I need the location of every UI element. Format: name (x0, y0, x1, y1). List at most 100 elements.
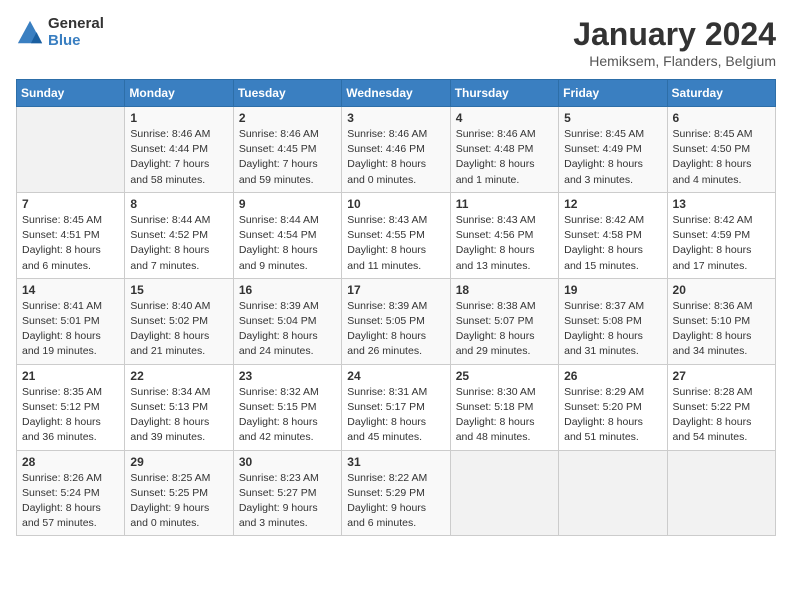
cell-line: Sunset: 5:20 PM (564, 400, 661, 415)
calendar-cell: 13Sunrise: 8:42 AMSunset: 4:59 PMDayligh… (667, 192, 775, 278)
logo-icon (16, 19, 44, 47)
day-number: 20 (673, 283, 770, 297)
day-number: 9 (239, 197, 336, 211)
cell-line: Daylight: 8 hours (130, 243, 227, 258)
week-row-1: 1Sunrise: 8:46 AMSunset: 4:44 PMDaylight… (17, 107, 776, 193)
cell-line: Sunset: 5:18 PM (456, 400, 553, 415)
cell-line: Sunrise: 8:46 AM (456, 127, 553, 142)
calendar-table: SundayMondayTuesdayWednesdayThursdayFrid… (16, 79, 776, 536)
cell-line: and 58 minutes. (130, 173, 227, 188)
day-number: 12 (564, 197, 661, 211)
calendar-cell: 8Sunrise: 8:44 AMSunset: 4:52 PMDaylight… (125, 192, 233, 278)
cell-line: Sunset: 4:50 PM (673, 142, 770, 157)
calendar-cell: 28Sunrise: 8:26 AMSunset: 5:24 PMDayligh… (17, 450, 125, 536)
cell-line: Daylight: 8 hours (673, 157, 770, 172)
cell-line: and 45 minutes. (347, 430, 444, 445)
calendar-cell: 10Sunrise: 8:43 AMSunset: 4:55 PMDayligh… (342, 192, 450, 278)
calendar-cell: 16Sunrise: 8:39 AMSunset: 5:04 PMDayligh… (233, 278, 341, 364)
day-number: 16 (239, 283, 336, 297)
calendar-cell (667, 450, 775, 536)
cell-line: Sunrise: 8:31 AM (347, 385, 444, 400)
cell-line: and 6 minutes. (347, 516, 444, 531)
cell-line: Sunrise: 8:46 AM (130, 127, 227, 142)
header-friday: Friday (559, 80, 667, 107)
cell-line: Daylight: 9 hours (130, 501, 227, 516)
cell-line: and 9 minutes. (239, 259, 336, 274)
cell-line: and 34 minutes. (673, 344, 770, 359)
day-number: 6 (673, 111, 770, 125)
cell-line: Daylight: 8 hours (239, 415, 336, 430)
calendar-cell: 18Sunrise: 8:38 AMSunset: 5:07 PMDayligh… (450, 278, 558, 364)
day-number: 14 (22, 283, 119, 297)
cell-line: Daylight: 8 hours (564, 243, 661, 258)
page-title: January 2024 (573, 16, 776, 53)
cell-line: and 26 minutes. (347, 344, 444, 359)
cell-line: and 3 minutes. (239, 516, 336, 531)
calendar-cell: 29Sunrise: 8:25 AMSunset: 5:25 PMDayligh… (125, 450, 233, 536)
day-number: 30 (239, 455, 336, 469)
calendar-cell: 30Sunrise: 8:23 AMSunset: 5:27 PMDayligh… (233, 450, 341, 536)
cell-line: and 31 minutes. (564, 344, 661, 359)
cell-line: Sunset: 5:04 PM (239, 314, 336, 329)
cell-line: Sunrise: 8:43 AM (456, 213, 553, 228)
calendar-cell: 12Sunrise: 8:42 AMSunset: 4:58 PMDayligh… (559, 192, 667, 278)
cell-line: Sunrise: 8:28 AM (673, 385, 770, 400)
cell-line: Sunrise: 8:46 AM (347, 127, 444, 142)
cell-line: Daylight: 8 hours (22, 501, 119, 516)
cell-line: and 59 minutes. (239, 173, 336, 188)
cell-line: and 4 minutes. (673, 173, 770, 188)
calendar-cell: 23Sunrise: 8:32 AMSunset: 5:15 PMDayligh… (233, 364, 341, 450)
calendar-cell: 31 Sunrise: 8:22 AMSunset: 5:29 PMDayligh… (342, 450, 450, 536)
calendar-cell: 21Sunrise: 8:35 AMSunset: 5:12 PMDayligh… (17, 364, 125, 450)
header: General Blue January 2024 Hemiksem, Flan… (16, 16, 776, 69)
cell-line: Daylight: 8 hours (239, 329, 336, 344)
cell-line: Sunset: 4:44 PM (130, 142, 227, 157)
cell-line: Sunrise: 8:44 AM (239, 213, 336, 228)
cell-line: and 3 minutes. (564, 173, 661, 188)
cell-line: Sunset: 4:45 PM (239, 142, 336, 157)
calendar-cell: 24Sunrise: 8:31 AMSunset: 5:17 PMDayligh… (342, 364, 450, 450)
cell-line: Daylight: 8 hours (347, 157, 444, 172)
cell-line: Sunset: 5:08 PM (564, 314, 661, 329)
logo-blue-text: Blue (48, 33, 104, 50)
cell-line: Sunrise: 8:23 AM (239, 471, 336, 486)
cell-line: Sunset: 5:07 PM (456, 314, 553, 329)
week-row-4: 21Sunrise: 8:35 AMSunset: 5:12 PMDayligh… (17, 364, 776, 450)
calendar-cell: 5Sunrise: 8:45 AMSunset: 4:49 PMDaylight… (559, 107, 667, 193)
cell-line: Sunset: 4:55 PM (347, 228, 444, 243)
cell-line: Daylight: 8 hours (673, 329, 770, 344)
cell-line: Sunrise: 8:44 AM (130, 213, 227, 228)
calendar-cell: 26Sunrise: 8:29 AMSunset: 5:20 PMDayligh… (559, 364, 667, 450)
calendar-cell: 1Sunrise: 8:46 AMSunset: 4:44 PMDaylight… (125, 107, 233, 193)
cell-line: and 17 minutes. (673, 259, 770, 274)
cell-line: Sunrise: 8:34 AM (130, 385, 227, 400)
cell-line: Sunrise: 8:37 AM (564, 299, 661, 314)
cell-line: Sunset: 4:52 PM (130, 228, 227, 243)
calendar-cell (559, 450, 667, 536)
calendar-cell: 4Sunrise: 8:46 AMSunset: 4:48 PMDaylight… (450, 107, 558, 193)
week-row-5: 28Sunrise: 8:26 AMSunset: 5:24 PMDayligh… (17, 450, 776, 536)
day-number: 13 (673, 197, 770, 211)
cell-line: and 19 minutes. (22, 344, 119, 359)
cell-line: and 57 minutes. (22, 516, 119, 531)
cell-line: Daylight: 8 hours (564, 157, 661, 172)
cell-line: Sunrise: 8:35 AM (22, 385, 119, 400)
week-row-2: 7Sunrise: 8:45 AMSunset: 4:51 PMDaylight… (17, 192, 776, 278)
cell-line: Sunrise: 8:42 AM (564, 213, 661, 228)
cell-line: Sunrise: 8:46 AM (239, 127, 336, 142)
cell-line: Daylight: 8 hours (347, 329, 444, 344)
cell-line: Daylight: 8 hours (456, 415, 553, 430)
cell-line: and 29 minutes. (456, 344, 553, 359)
cell-line: Sunrise: 8:22 AM (347, 471, 444, 486)
cell-line: Sunset: 5:02 PM (130, 314, 227, 329)
cell-line: Daylight: 8 hours (673, 243, 770, 258)
day-number: 1 (130, 111, 227, 125)
cell-line: Sunset: 5:29 PM (347, 486, 444, 501)
day-number: 31 (347, 455, 444, 469)
cell-line: Daylight: 9 hours (347, 501, 444, 516)
calendar-cell: 11Sunrise: 8:43 AMSunset: 4:56 PMDayligh… (450, 192, 558, 278)
cell-line: Daylight: 8 hours (22, 243, 119, 258)
cell-line: Sunrise: 8:39 AM (347, 299, 444, 314)
day-number: 17 (347, 283, 444, 297)
header-wednesday: Wednesday (342, 80, 450, 107)
